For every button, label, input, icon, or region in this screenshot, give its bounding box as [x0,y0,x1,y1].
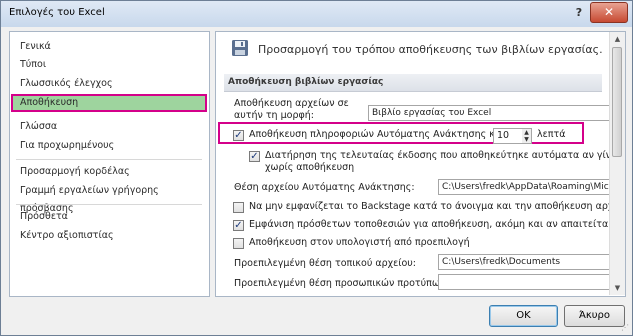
save-format-label: Αποθήκευση αρχείων σε [234,98,349,109]
sidebar-item-save[interactable]: Αποθήκευση [11,94,207,112]
save-format-label-line2: αυτήν τη μορφή: [234,110,314,121]
sidebar-item-advanced[interactable]: Για προχωρημένους [11,137,207,155]
excel-options-dialog: Επιλογές του Excel ? ✕ Γενικά Τύποι Γλωσ… [0,0,633,336]
show-more-places-checkbox[interactable]: ✓ [233,220,244,231]
no-backstage-label: Να μην εμφανίζεται το Backstage κατά το … [249,201,626,212]
sidebar-separator [16,204,202,205]
sidebar-item-proofing[interactable]: Γλωσσικός έλεγχος [11,75,207,93]
vertical-scrollbar[interactable]: ▲ ▼ [609,32,625,295]
autorecover-location-input[interactable]: C:\Users\fredk\AppData\Roaming\Micro [438,179,618,195]
sidebar-separator [16,159,202,160]
no-backstage-checkbox[interactable] [233,202,244,213]
sidebar-item-quick-access-toolbar[interactable]: Γραμμή εργαλείων γρήγορης πρόσβασης [11,182,207,214]
section-header: Αποθήκευση βιβλίων εργασίας [224,74,602,92]
window-title: Επιλογές του Excel [9,7,105,18]
close-icon[interactable]: ✕ [590,2,628,23]
default-local-location-label: Προεπιλεγμένη θέση τοπικού αρχείου: [234,258,417,269]
autorecover-label: Αποθήκευση πληροφοριών Αυτόματης Ανάκτησ… [249,129,512,140]
scroll-up-icon[interactable]: ▲ [610,32,625,46]
autorecover-location-label: Θέση αρχείου Αυτόματης Ανάκτησης: [234,182,415,193]
sidebar-item-formulas[interactable]: Τύποι [11,56,207,74]
cancel-button[interactable]: Άκυρο [564,305,625,327]
minutes-label: λεπτά [537,129,566,140]
scroll-down-icon[interactable]: ▼ [610,281,625,295]
show-more-places-label: Εμφάνιση πρόσθετων τοποθεσιών για αποθήκ… [249,219,626,230]
sidebar-item-language[interactable]: Γλώσσα [11,118,207,136]
title-bar: Επιλογές του Excel ? ✕ [1,1,632,27]
save-options-panel: Προσαρμογή του τρόπου αποθήκευσης των βι… [215,31,626,297]
resize-grip-icon[interactable]: ⋰ [621,323,631,333]
ok-button[interactable]: OK [489,305,558,327]
section-title: Αποθήκευση βιβλίων εργασίας [228,77,384,87]
sidebar: Γενικά Τύποι Γλωσσικός έλεγχος Αποθήκευσ… [9,31,210,297]
keep-last-version-label-line2: χωρίς αποθήκευση [265,162,355,173]
save-to-computer-checkbox[interactable] [233,238,244,249]
help-icon[interactable]: ? [569,4,589,22]
sidebar-item-trust-center[interactable]: Κέντρο αξιοπιστίας [11,227,207,245]
sidebar-item-general[interactable]: Γενικά [11,38,207,56]
spinner-up-icon[interactable]: ▲ [522,129,531,136]
keep-last-version-checkbox[interactable]: ✓ [249,151,260,162]
default-local-location-input[interactable]: C:\Users\fredk\Documents [438,254,618,270]
sidebar-item-addins[interactable]: Πρόσθετα [11,208,207,226]
spinner-down-icon[interactable]: ▼ [522,136,531,143]
keep-last-version-label: Διατήρηση της τελευταίας έκδοσης που απο… [265,150,626,161]
floppy-disk-icon [232,40,248,56]
scrollbar-thumb[interactable] [612,47,622,157]
personal-templates-location-label: Προεπιλεγμένη θέση προσωπικών προτύπων: [234,278,449,289]
save-to-computer-label: Αποθήκευση στον υπολογιστή από προεπιλογ… [249,237,470,248]
save-format-dropdown[interactable]: Βιβλίο εργασίας του Excel [368,105,618,121]
autorecover-minutes-value[interactable]: 10 [497,130,509,141]
panel-header: Προσαρμογή του τρόπου αποθήκευσης των βι… [258,43,603,56]
autorecover-checkbox[interactable]: ✓ [233,130,244,141]
autorecover-minutes-spinner[interactable]: 10 ▲ ▼ [493,128,532,144]
personal-templates-location-input[interactable] [438,274,618,290]
sidebar-item-customize-ribbon[interactable]: Προσαρμογή κορδέλας [11,163,207,181]
